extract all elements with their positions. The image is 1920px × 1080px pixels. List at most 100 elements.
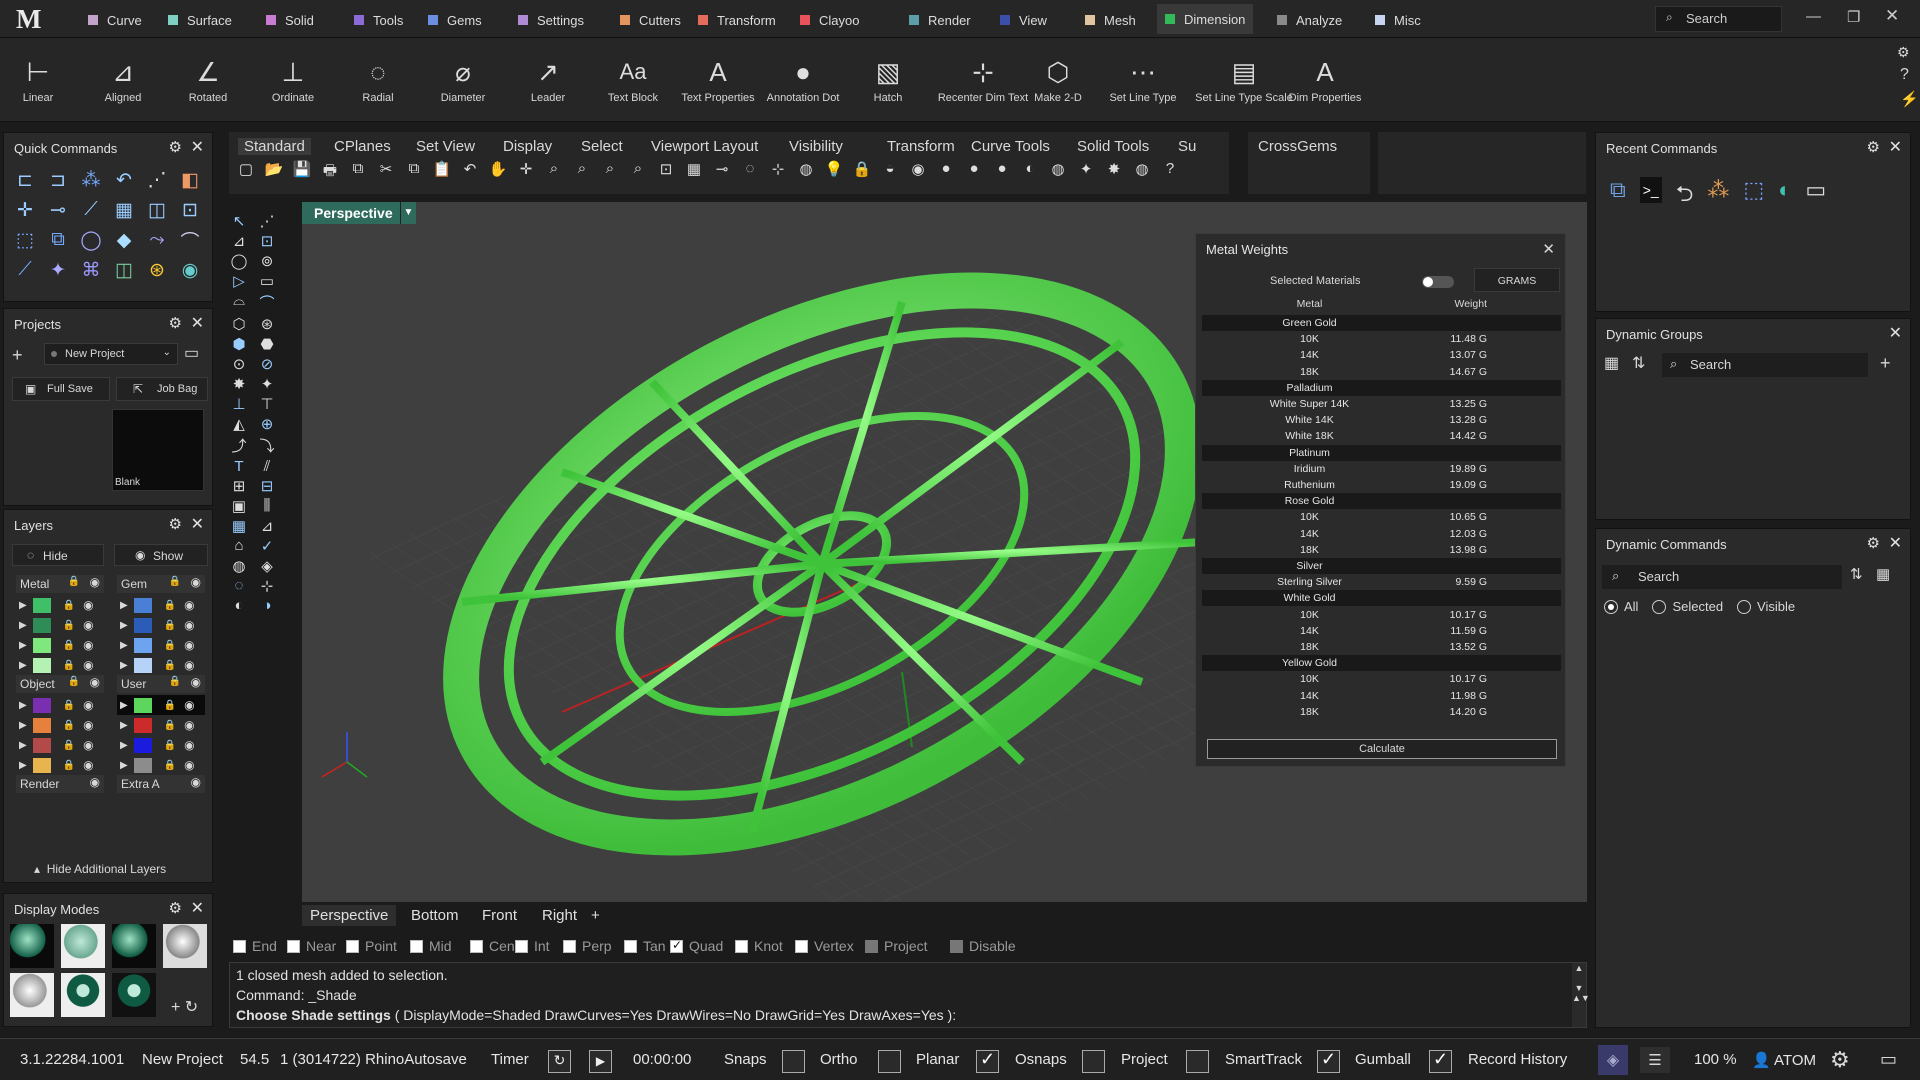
- osnap-int[interactable]: Int: [515, 938, 550, 954]
- tab-curve-tools[interactable]: Curve Tools: [971, 138, 1050, 155]
- osnap-checkbox[interactable]: [865, 939, 878, 953]
- expand-icon[interactable]: ▶: [19, 620, 27, 631]
- osnap-checkbox[interactable]: [470, 939, 483, 953]
- eye-icon[interactable]: ◉: [83, 618, 93, 632]
- tool-icon[interactable]: ⊡: [254, 232, 280, 250]
- toolbar-icon[interactable]: ◒: [878, 160, 902, 186]
- menu-tab-cutters[interactable]: Cutters: [620, 10, 681, 30]
- tool-icon[interactable]: ⌓: [226, 292, 252, 313]
- layer-group-render[interactable]: Render ◉: [16, 775, 104, 793]
- tool-icon[interactable]: ⬢: [226, 335, 252, 353]
- lock-icon[interactable]: 🔒: [63, 720, 75, 731]
- menu-tab-solid[interactable]: Solid: [266, 10, 314, 30]
- radio-all[interactable]: All: [1604, 599, 1638, 614]
- osnap-checkbox[interactable]: [735, 939, 748, 953]
- viewport-title[interactable]: Perspective: [302, 202, 405, 224]
- eye-icon[interactable]: ◉: [184, 598, 194, 612]
- expand-icon[interactable]: ▶: [120, 700, 128, 711]
- terminal-icon[interactable]: >_: [1639, 177, 1662, 203]
- toolbar-icon[interactable]: ◐: [1018, 160, 1042, 186]
- layer-color-swatch[interactable]: [32, 737, 51, 753]
- expand-icon[interactable]: ▶: [19, 740, 27, 751]
- layer-row[interactable]: ▶ 🔒 ◉: [117, 715, 205, 735]
- layer-color-swatch[interactable]: [32, 637, 51, 653]
- hide-button[interactable]: ◌ Hide: [12, 544, 104, 566]
- close-icon[interactable]: ✕: [191, 313, 204, 333]
- layer-group-metal[interactable]: Metal 🔒 ◉: [16, 575, 104, 593]
- tool-icon[interactable]: ✓: [254, 537, 280, 555]
- toolbar-icon[interactable]: ●: [962, 160, 986, 186]
- quick-command-icon[interactable]: ◉: [177, 257, 203, 283]
- toolbar-icon[interactable]: ●: [990, 160, 1014, 186]
- layer-row[interactable]: ▶ 🔒 ◉: [16, 735, 104, 755]
- menu-tab-settings[interactable]: Settings: [518, 10, 584, 30]
- toolbar-icon[interactable]: ⌕: [542, 160, 566, 186]
- project-select[interactable]: New Project ⌄: [44, 343, 178, 365]
- layer-row[interactable]: ▶ 🔒 ◉: [16, 715, 104, 735]
- expand-icon[interactable]: ▶: [120, 640, 128, 651]
- folder-icon[interactable]: ▭: [184, 343, 199, 363]
- menu-tab-curve[interactable]: Curve: [88, 10, 142, 30]
- quick-command-icon[interactable]: ⌒: [177, 227, 203, 253]
- gear-icon[interactable]: ⚙: [1897, 44, 1910, 61]
- tool-icon[interactable]: ⌂: [226, 537, 252, 555]
- display-mode-add-refresh[interactable]: + ↻: [163, 973, 207, 1017]
- eye-icon[interactable]: ◉: [83, 718, 93, 732]
- toolbar-icon[interactable]: ⌕: [570, 160, 594, 186]
- tool-icon[interactable]: ✸: [226, 375, 252, 393]
- refresh-timer-button[interactable]: ↻: [548, 1050, 571, 1073]
- lock-icon[interactable]: 🔒: [63, 760, 75, 771]
- layer-row[interactable]: ▶ 🔒 ◉: [16, 755, 104, 775]
- tab-visibility[interactable]: Visibility: [789, 138, 843, 155]
- tool-icon[interactable]: ◯: [226, 252, 252, 270]
- radio-selected[interactable]: Selected: [1652, 599, 1723, 614]
- osnap-end[interactable]: End: [233, 938, 277, 954]
- tool-icon[interactable]: ⊥: [226, 395, 252, 413]
- osnap-near[interactable]: Near: [287, 938, 336, 954]
- menu-tab-dimension[interactable]: Dimension: [1157, 4, 1254, 34]
- toolbar-icon[interactable]: ⧉: [346, 160, 370, 186]
- eye-icon[interactable]: ◉: [83, 658, 93, 672]
- gear-icon[interactable]: ⚙: [169, 314, 182, 332]
- lock-icon[interactable]: 🔒: [63, 600, 75, 611]
- snaps-label[interactable]: Snaps: [724, 1051, 767, 1068]
- display-mode-shaded[interactable]: [10, 924, 54, 968]
- tool-icon[interactable]: ⤴: [226, 435, 252, 456]
- undo-view-icon[interactable]: ⮌: [1676, 177, 1694, 215]
- eye-icon[interactable]: ◉: [83, 638, 93, 652]
- layer-row[interactable]: ▶ 🔒 ◉: [16, 655, 104, 675]
- expand-icon[interactable]: ▶: [19, 640, 27, 651]
- toolbar-icon[interactable]: ✛: [514, 160, 538, 186]
- ribbon-hatch-button[interactable]: ▧ Hatch: [843, 50, 933, 105]
- smarttrack-label[interactable]: SmartTrack: [1225, 1051, 1302, 1068]
- tab-cplanes[interactable]: CPlanes: [334, 138, 391, 155]
- ribbon-annotation-dot-button[interactable]: ● Annotation Dot: [758, 50, 848, 105]
- lock-icon[interactable]: 🔒: [169, 676, 181, 687]
- tool-icon[interactable]: ⊿: [226, 232, 252, 250]
- gumball-checkbox[interactable]: [1429, 1049, 1452, 1073]
- planar-label[interactable]: Planar: [916, 1051, 959, 1068]
- user-menu[interactable]: 👤 ATOM: [1752, 1051, 1816, 1069]
- menu-tab-gems[interactable]: Gems: [428, 10, 482, 30]
- project-snap-checkbox[interactable]: [1186, 1050, 1209, 1073]
- layer-color-swatch[interactable]: [133, 717, 152, 733]
- osnap-checkbox[interactable]: [950, 939, 963, 953]
- tool-icon[interactable]: ▭: [254, 272, 280, 290]
- tool-icon[interactable]: ⋰: [254, 212, 280, 230]
- quick-command-icon[interactable]: ⧉: [45, 227, 71, 253]
- snaps-checkbox[interactable]: [782, 1050, 805, 1073]
- toolbar-icon[interactable]: ⊸: [710, 160, 734, 186]
- toolbar-icon[interactable]: ⊡: [654, 160, 678, 186]
- display-mode-rendered[interactable]: [112, 924, 156, 968]
- gear-icon[interactable]: ⚙: [1867, 138, 1880, 156]
- quick-command-icon[interactable]: ⬚: [12, 227, 38, 253]
- tool-icon[interactable]: ↖: [226, 212, 252, 230]
- tool-icon[interactable]: ⫼: [254, 497, 280, 515]
- app-logo[interactable]: M: [16, 4, 56, 34]
- record-history-label[interactable]: Record History: [1468, 1051, 1567, 1068]
- eye-icon[interactable]: ◉: [83, 698, 93, 712]
- close-icon[interactable]: ✕: [1542, 240, 1555, 258]
- menu-tab-surface[interactable]: Surface: [168, 10, 232, 30]
- eye-icon[interactable]: ◉: [191, 575, 201, 589]
- toolbar-icon[interactable]: ◍: [794, 160, 818, 186]
